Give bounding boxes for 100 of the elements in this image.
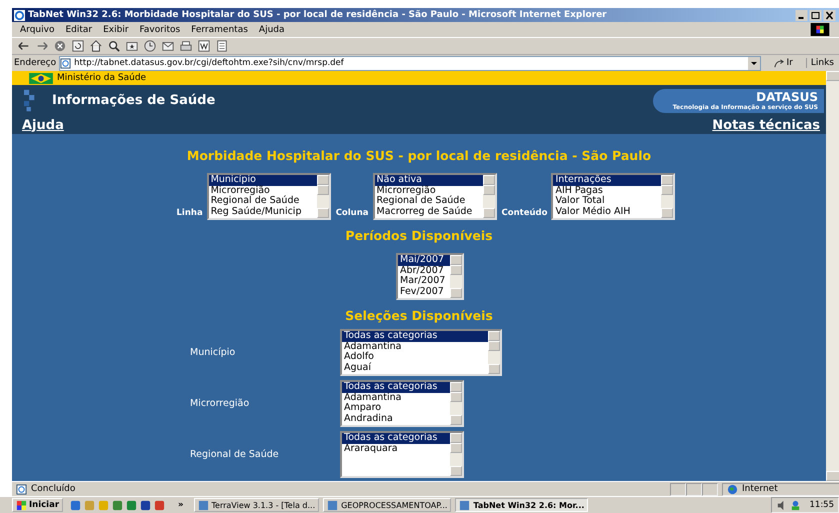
windows-logo-icon [810,23,830,36]
list-box[interactable]: Todas as categorias Adamantina Amparo Andradina [340,380,464,427]
speaker-icon[interactable] [776,500,786,510]
taskbar-button[interactable]: TabNet Win32 2.6: Mor... [455,498,588,512]
search-icon[interactable] [108,40,120,52]
app-icon[interactable] [154,500,166,510]
list-option[interactable]: Microrregião [208,186,317,196]
scrollbar[interactable] [450,382,462,425]
help-link[interactable]: Ajuda [22,118,64,132]
go-arrow-icon [774,58,785,68]
clock: 11:55 [808,500,834,510]
list-option[interactable]: AIH Pagas [553,186,662,196]
section-heading: Seleções Disponíveis [345,308,493,323]
toolbar-icon[interactable] [90,40,102,52]
window-title: TabNet Win32 2.6: Morbidade Hospitalar do SUS - por local de residência - São Paulo - Microsoft Internet Explorer [28,10,608,20]
list-option[interactable]: Valor Total [553,196,662,206]
taskbar-button[interactable]: TerraView 3.1.3 - [Tela d... [194,498,320,512]
list-option[interactable]: Adolfo [342,352,488,362]
go-button[interactable]: Ir [764,58,803,68]
list-option[interactable]: Valor Médio AIH [553,206,662,217]
scrollbar[interactable] [661,175,674,218]
section-heading: Períodos Disponíveis [345,228,493,243]
filter-label: Microrregião [189,398,250,409]
toolbar-icon[interactable] [126,40,138,52]
notes-link[interactable]: Notas técnicas [712,118,820,132]
page-scrollbar[interactable] [826,71,839,481]
scrollbar[interactable] [450,433,462,476]
app-icon[interactable] [112,500,124,510]
list-option[interactable]: Aguaí [342,362,488,373]
app-icon [327,500,338,510]
toolbar-icon[interactable] [198,40,210,52]
scrollbar[interactable] [488,331,500,374]
list-box[interactable]: Mai/2007 Abr/2007 Mar/2007 Fev/2007 [396,253,464,300]
selector-label: Conteúdo [502,208,548,220]
list-option[interactable]: Fev/2007 [398,286,450,297]
status-text: Concluído [31,484,76,494]
list-option[interactable]: Regional de Saúde [374,196,483,206]
list-option[interactable]: Mai/2007 [398,255,450,266]
page-icon [60,58,72,68]
page-heading: Morbidade Hospitalar do SUS - por local de residência - São Paulo [186,148,652,163]
site-title: Informações de Saúde [52,93,216,108]
menu-item[interactable]: Ferramentas [191,24,248,34]
menu-item[interactable]: Editar [65,24,92,34]
list-option[interactable]: Macrorreg de Saúde [374,206,483,217]
links-button[interactable]: Links [806,58,839,68]
list-option[interactable]: Reg Saúde/Municip [208,206,317,217]
more-button[interactable]: » [172,500,190,510]
app-icon[interactable] [70,500,82,510]
status-panel [686,482,702,496]
filter-label: Regional de Saúde [189,449,280,460]
list-option[interactable]: Araraquara [342,444,450,454]
list-box[interactable]: Todas as categorias Adamantina Adolfo Aguaí [340,329,502,376]
list-option[interactable]: Todas as categorias [342,331,488,342]
toolbar-icon[interactable] [18,40,30,52]
toolbar-icon[interactable] [144,40,156,52]
menu-item[interactable]: Exibir [103,24,129,34]
squares-logo-icon [24,88,36,112]
list-option[interactable]: Andradina [342,414,450,424]
selector-label: Linha [176,208,203,220]
list-option[interactable]: Mar/2007 [398,276,450,286]
user-icon[interactable] [790,500,800,510]
taskbar-button[interactable]: GEOPROCESSAMENTOAP... [323,498,452,512]
toolbar-icon[interactable] [216,40,228,52]
app-icon[interactable] [140,500,152,510]
list-option[interactable]: Amparo [342,403,450,414]
scrollbar[interactable] [316,175,329,218]
app-icon [459,500,470,510]
list-option[interactable]: Adamantina [342,342,488,352]
menu-item[interactable]: Arquivo [20,24,54,34]
filter-label: Município [189,347,236,358]
menu-item[interactable]: Ajuda [258,24,284,34]
scrollbar[interactable] [482,175,495,218]
status-panel [670,482,686,496]
app-icon[interactable] [126,500,138,510]
list-option[interactable]: Abr/2007 [398,266,450,276]
maximize-icon[interactable] [809,10,822,20]
windows-logo-icon [16,500,27,510]
zone-text: Internet [742,484,778,494]
minimize-icon[interactable] [795,10,808,20]
ministry-label[interactable]: Ministério da Saúde [57,73,146,83]
scrollbar[interactable] [450,255,462,298]
list-option[interactable]: Adamantina [342,392,450,403]
address-label: Endereço [14,58,56,68]
start-button[interactable]: Iniciar [12,498,64,512]
list-box[interactable]: Todas as categorias Araraquara [340,431,464,478]
dropdown-icon[interactable] [748,56,760,70]
list-option[interactable]: Todas as categorias [342,433,450,444]
app-icon [198,500,209,510]
toolbar-icon[interactable] [180,40,192,52]
list-option[interactable]: Regional de Saúde [208,196,317,206]
close-icon[interactable] [823,10,836,20]
toolbar-icon[interactable] [162,40,174,52]
toolbar-icon[interactable] [72,40,84,52]
status-panel [702,482,718,496]
list-option[interactable]: Microrregião [374,186,483,196]
selector-label: Coluna [336,208,369,220]
menu-item[interactable]: Favoritos [140,24,180,34]
list-option[interactable]: Todas as categorias [342,382,450,392]
address-field[interactable]: http://tabnet.datasus.gov.br/cgi/deftohtm.exe?sih/cnv/mrsp.def [59,56,761,70]
browser-icon [14,10,25,20]
